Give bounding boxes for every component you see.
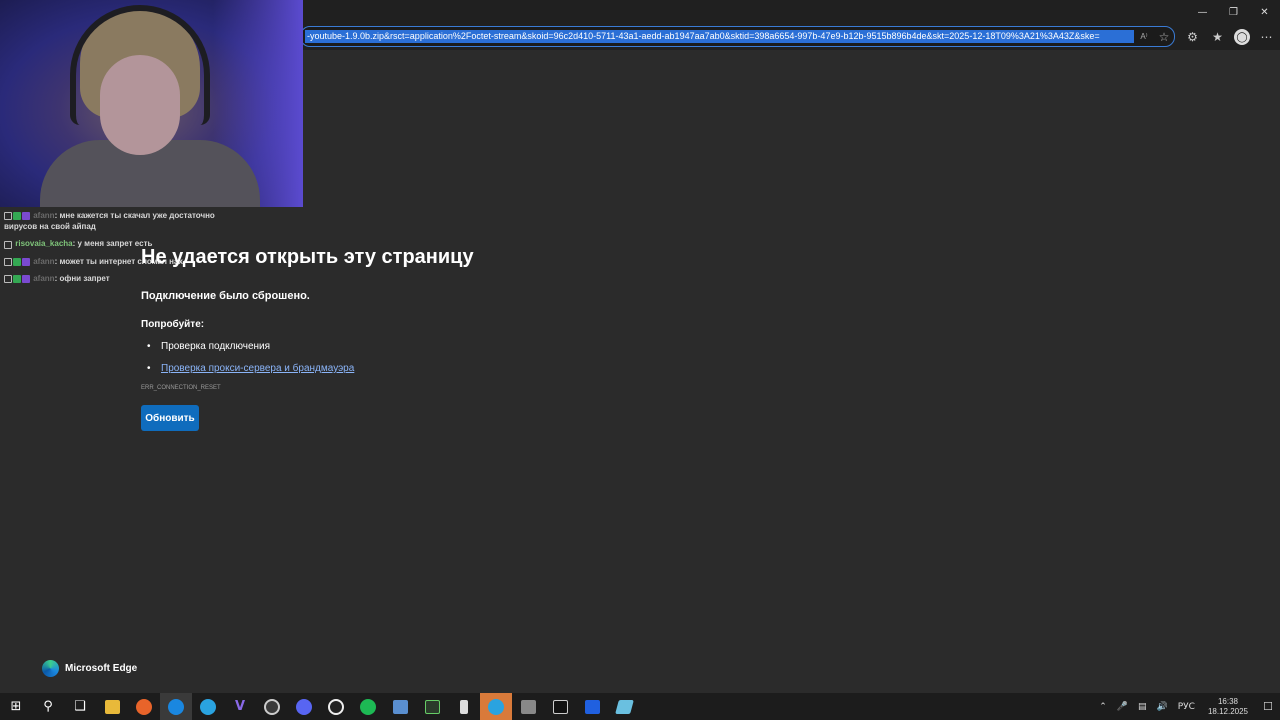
suggestion-text: Проверка подключения xyxy=(161,341,271,352)
browser-toolbar: ⚙ ★ ◯ ⋯ xyxy=(1180,27,1279,47)
suggestion-list: Проверка подключения Проверка прокси-сер… xyxy=(141,341,841,375)
edge-icon[interactable] xyxy=(160,693,192,720)
badge-icon xyxy=(22,212,30,221)
badge-icon xyxy=(13,212,21,221)
chat-message: afann: мне кажется ты скачал уже достато… xyxy=(4,210,244,232)
badge-icon xyxy=(4,258,12,267)
clock-date: 18.12.2025 xyxy=(1207,706,1248,716)
app-notification: Microsoft Edge xyxy=(42,660,137,677)
badge-icon xyxy=(22,258,30,267)
profile-icon[interactable]: ◯ xyxy=(1234,29,1250,45)
firefox-icon[interactable] xyxy=(128,693,160,720)
webcam-overlay xyxy=(0,0,303,207)
volume-icon[interactable]: 🔊 xyxy=(1157,702,1168,712)
extensions-icon[interactable]: ⚙ xyxy=(1180,27,1205,47)
network-icon[interactable]: ▤ xyxy=(1138,702,1147,712)
chat-badges xyxy=(4,210,31,221)
restore-icon[interactable]: ❐ xyxy=(1218,0,1249,24)
window-controls: — ❐ ✕ xyxy=(1187,0,1280,24)
chat-text: : офни запрет xyxy=(54,274,110,284)
badge-icon xyxy=(4,212,12,221)
spotify-icon[interactable] xyxy=(352,693,384,720)
clock[interactable]: 16:38 18.12.2025 xyxy=(1208,697,1248,717)
remote-desktop-icon[interactable] xyxy=(384,693,416,720)
chat-username: afann xyxy=(33,256,55,266)
suggestion-item: Проверка подключения xyxy=(141,341,841,353)
clock-time: 16:38 xyxy=(1217,696,1238,706)
reload-button[interactable]: Обновить xyxy=(141,405,199,431)
address-bar[interactable]: -youtube-1.9.0b.zip&rsct=application%2Fo… xyxy=(300,26,1175,47)
notification-center-icon[interactable]: ☐ xyxy=(1256,693,1280,720)
try-label: Попробуйте: xyxy=(141,319,205,330)
favorites-icon[interactable]: ★ xyxy=(1205,27,1230,47)
read-aloud-icon[interactable]: A⁾ xyxy=(1134,32,1154,41)
file-explorer-icon[interactable] xyxy=(96,693,128,720)
steam-icon[interactable] xyxy=(256,693,288,720)
app-window-icon[interactable] xyxy=(512,693,544,720)
error-page: Не удается открыть эту страницу Подключе… xyxy=(141,244,841,431)
pen-icon[interactable] xyxy=(608,693,640,720)
telegram-icon[interactable] xyxy=(192,693,224,720)
chat-username: risovaia_kacha xyxy=(15,239,73,249)
badge-icon xyxy=(22,275,30,284)
vpn-icon[interactable]: V xyxy=(224,693,256,720)
discord-icon[interactable] xyxy=(288,693,320,720)
proxy-firewall-link[interactable]: Проверка прокси-сервера и брандмауэра xyxy=(161,363,354,374)
badge-icon xyxy=(13,258,21,267)
roblox-studio-icon[interactable] xyxy=(576,693,608,720)
task-view-icon[interactable]: ❑ xyxy=(64,693,96,720)
suggestion-item: Проверка прокси-сервера и брандмауэра xyxy=(141,363,841,375)
chat-badges xyxy=(4,256,31,267)
address-url[interactable]: -youtube-1.9.0b.zip&rsct=application%2Fo… xyxy=(305,30,1134,43)
badge-icon xyxy=(13,275,21,284)
notepad-icon[interactable] xyxy=(448,693,480,720)
error-subtitle: Подключение было сброшено. xyxy=(141,290,310,302)
obs-icon[interactable] xyxy=(320,693,352,720)
badge-icon xyxy=(4,240,12,249)
telegram-active-icon[interactable] xyxy=(480,693,512,720)
console-icon[interactable] xyxy=(544,693,576,720)
system-tray: ⌃ 🎤 ▤ 🔊 РУС 16:38 18.12.2025 ☐ xyxy=(1094,693,1280,720)
error-title: Не удается открыть эту страницу xyxy=(141,246,474,268)
chat-badges xyxy=(4,274,31,285)
tray-chevron-icon[interactable]: ⌃ xyxy=(1099,702,1107,712)
microphone-icon[interactable]: 🎤 xyxy=(1117,702,1128,712)
taskbar: ⊞ ⚲ ❑ V ⌃ 🎤 ▤ 🔊 РУС 16:38 18.12.2025 ☐ xyxy=(0,693,1280,720)
chat-username: afann xyxy=(33,211,55,220)
webcam-headset xyxy=(70,5,210,125)
badge-icon xyxy=(4,275,12,284)
terminal-icon[interactable] xyxy=(416,693,448,720)
close-icon[interactable]: ✕ xyxy=(1249,0,1280,24)
favorite-star-icon[interactable]: ☆ xyxy=(1154,30,1174,44)
chat-username: afann xyxy=(33,274,55,284)
more-menu-icon[interactable]: ⋯ xyxy=(1254,27,1279,47)
chat-badges xyxy=(4,239,13,250)
search-icon[interactable]: ⚲ xyxy=(32,693,64,720)
screen: — ❐ ✕ -youtube-1.9.0b.zip&rsct=applicati… xyxy=(0,0,1280,720)
minimize-icon[interactable]: — xyxy=(1187,0,1218,24)
edge-logo-icon xyxy=(42,660,59,677)
notification-app-name: Microsoft Edge xyxy=(65,663,138,674)
language-indicator[interactable]: РУС xyxy=(1178,702,1195,712)
start-icon[interactable]: ⊞ xyxy=(0,693,32,720)
error-code: ERR_CONNECTION_RESET xyxy=(141,385,221,391)
